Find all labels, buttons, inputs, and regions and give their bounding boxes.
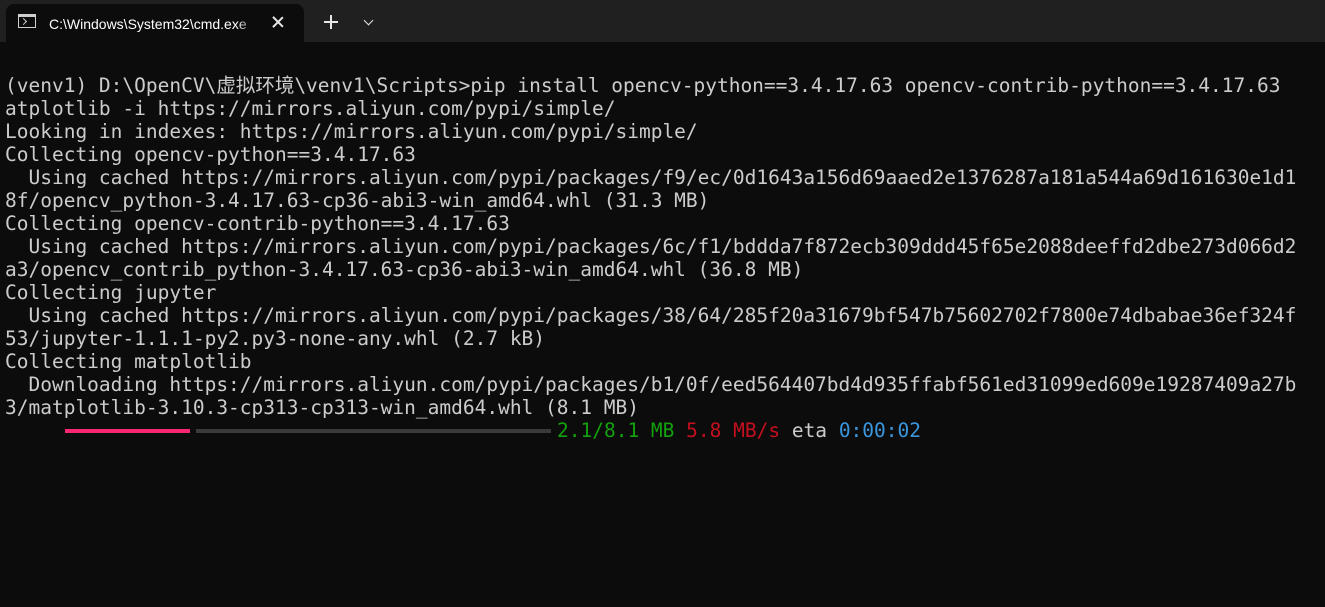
output-line: Using cached https://mirrors.aliyun.com/… [5,235,1297,258]
chevron-down-icon[interactable] [358,12,380,32]
progress-bar-track [196,429,551,433]
progress-bar-filled [65,429,190,433]
output-line: Collecting opencv-contrib-python==3.4.17… [5,212,510,235]
plus-icon[interactable] [320,11,342,33]
download-progress: 2.1/8.1 MB 5.8 MB/s eta 0:00:02 [5,419,1325,442]
terminal-icon [18,14,36,28]
output-line: a3/opencv_contrib_python-3.4.17.63-cp36-… [5,258,804,281]
output-line: Collecting opencv-python==3.4.17.63 [5,143,416,166]
tab-cmd[interactable]: C:\Windows\System32\cmd.exe [6,4,304,42]
terminal-output[interactable]: (venv1) D:\OpenCV\虚拟环境\venv1\Scripts>pip… [5,74,1325,604]
title-bar: C:\Windows\System32\cmd.exe [0,0,1325,42]
output-line: (venv1) D:\OpenCV\虚拟环境\venv1\Scripts>pip… [5,74,1281,97]
terminal-window: C:\Windows\System32\cmd.exe (venv1) D:\O… [0,0,1325,607]
output-line: Downloading https://mirrors.aliyun.com/p… [5,373,1297,396]
eta-label: eta [791,419,828,442]
output-line: atplotlib -i https://mirrors.aliyun.com/… [5,97,616,120]
download-size: 2.1/8.1 MB [557,419,675,442]
eta-value: 0:00:02 [838,419,921,442]
output-line: 3/matplotlib-3.10.3-cp313-cp313-win_amd6… [5,396,639,419]
download-speed: 5.8 MB/s [686,419,781,442]
output-line: Collecting matplotlib [5,350,252,373]
output-line: Looking in indexes: https://mirrors.aliy… [5,120,698,143]
output-line: Collecting jupyter [5,281,217,304]
progress-stats: 2.1/8.1 MB 5.8 MB/s eta 0:00:02 [557,419,921,442]
output-line: Using cached https://mirrors.aliyun.com/… [5,304,1297,327]
tab-title: C:\Windows\System32\cmd.exe [49,16,247,32]
output-line: Using cached https://mirrors.aliyun.com/… [5,166,1297,189]
output-line: 53/jupyter-1.1.1-py2.py3-none-any.whl (2… [5,327,546,350]
output-line: 8f/opencv_python-3.4.17.63-cp36-abi3-win… [5,189,710,212]
close-icon[interactable] [268,12,288,32]
